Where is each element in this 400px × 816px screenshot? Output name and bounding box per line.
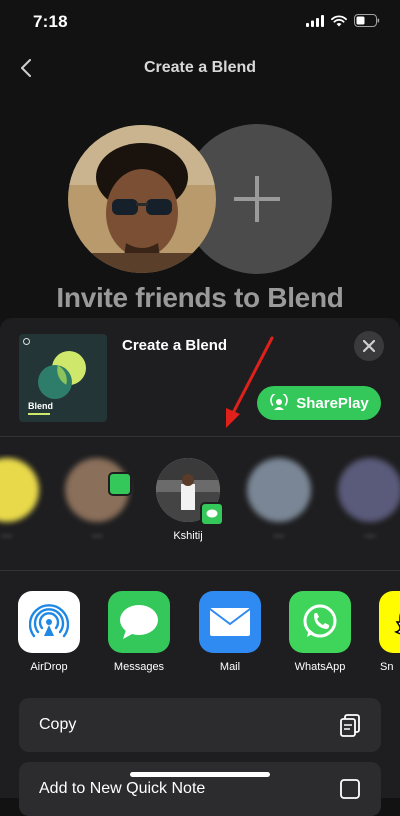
- copy-action[interactable]: Copy: [19, 698, 381, 752]
- app-label: WhatsApp: [294, 661, 346, 673]
- cellular-signal-icon: [306, 14, 324, 27]
- preview-label: Blend: [28, 401, 54, 411]
- messages-badge-icon: [108, 472, 132, 496]
- wifi-icon: [331, 14, 347, 26]
- shareplay-icon: [270, 394, 289, 410]
- action-label: Add to New Quick Note: [39, 780, 206, 797]
- person-name: —: [1, 530, 13, 542]
- person-avatar: [156, 458, 224, 526]
- app-label: Sn: [380, 661, 394, 673]
- app-airdrop[interactable]: AirDrop: [9, 591, 89, 673]
- home-indicator[interactable]: [130, 772, 270, 777]
- quick-note-action[interactable]: Add to New Quick Note: [19, 762, 381, 816]
- preview-dot-icon: [23, 338, 30, 345]
- whatsapp-icon: [289, 591, 351, 653]
- app-snapchat[interactable]: Sn: [370, 591, 400, 673]
- app-label: AirDrop: [30, 661, 68, 673]
- person-suggestion[interactable]: —: [0, 458, 52, 542]
- person-avatar: [0, 458, 39, 522]
- preview-underline: [28, 413, 50, 415]
- app-label: Mail: [219, 661, 241, 673]
- hero-heading: Invite friends to Blend: [56, 282, 344, 313]
- person-name: Kshitij: [173, 530, 203, 542]
- people-row: — — Kshitij — —: [0, 454, 400, 566]
- battery-icon: [354, 14, 380, 27]
- nav-bar: Create a Blend: [0, 48, 400, 88]
- user-avatar: [68, 125, 216, 273]
- person-name: —: [364, 530, 376, 542]
- status-bar: 7:18: [0, 0, 400, 44]
- person-suggestion-kshitij[interactable]: Kshitij: [143, 458, 233, 542]
- blend-hero: Invite friends to Blend: [0, 88, 400, 323]
- share-apps-row: AirDrop Messages Mail WhatsApp Sn: [0, 583, 400, 681]
- divider: [0, 436, 400, 437]
- person-name: —: [91, 530, 103, 542]
- status-icons: [306, 14, 380, 27]
- share-title: Create a Blend: [122, 337, 228, 354]
- person-suggestion[interactable]: —: [325, 458, 400, 542]
- app-whatsapp[interactable]: WhatsApp: [280, 591, 360, 673]
- status-time: 7:18: [33, 12, 68, 31]
- messages-icon: [108, 591, 170, 653]
- plus-icon: [234, 176, 280, 222]
- page-title: Create a Blend: [143, 59, 257, 76]
- app-mail[interactable]: Mail: [190, 591, 270, 673]
- share-sheet: Blend Create a Blend SharePlay — — Kshit…: [0, 318, 400, 816]
- app-label: Messages: [113, 661, 165, 673]
- person-suggestion[interactable]: —: [234, 458, 324, 542]
- shareplay-button[interactable]: SharePlay: [257, 386, 381, 420]
- person-suggestion[interactable]: —: [52, 458, 142, 542]
- close-button[interactable]: [354, 331, 384, 361]
- divider: [0, 570, 400, 571]
- mail-icon: [199, 591, 261, 653]
- person-name: —: [273, 530, 285, 542]
- shareplay-label: SharePlay: [296, 394, 369, 412]
- action-label: Copy: [39, 716, 77, 733]
- person-avatar: [247, 458, 311, 522]
- blend-preview-thumbnail: Blend: [19, 334, 107, 422]
- person-avatar: [338, 458, 400, 522]
- airdrop-icon: [18, 591, 80, 653]
- close-icon: [363, 340, 375, 352]
- snapchat-icon: [379, 591, 400, 653]
- copy-icon: [340, 714, 360, 737]
- quick-note-icon: [340, 779, 360, 799]
- app-messages[interactable]: Messages: [99, 591, 179, 673]
- messages-badge-icon: [200, 502, 224, 526]
